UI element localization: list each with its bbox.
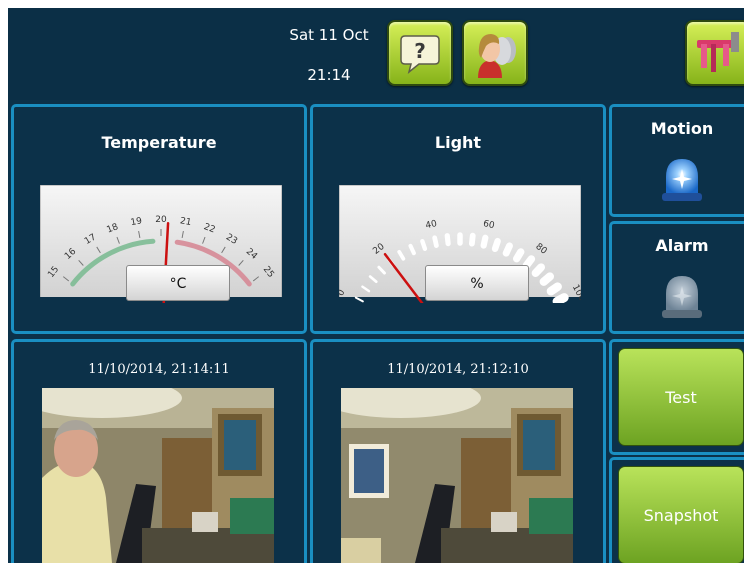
home-dashboard: Sat 11 Oct 21:14 ? Temperature 15 16 17 … — [8, 8, 744, 563]
light-scale-segment — [420, 238, 428, 251]
test-button-label: Test — [665, 388, 697, 407]
temperature-panel: Temperature 15 16 17 18 19 20 21 22 23 24 25 °C — [11, 104, 307, 334]
help-speech-bubble-icon: ? — [400, 35, 440, 74]
light-scale-segment — [539, 272, 555, 286]
temperature-tick-label: 19 — [130, 216, 143, 228]
light-gauge: 0 20 40 60 80 100 % — [339, 185, 581, 303]
light-scale-segment — [491, 237, 501, 252]
snapshot-button[interactable]: Snapshot — [618, 466, 744, 563]
siren-active-icon — [662, 159, 702, 201]
svg-text:?: ? — [414, 39, 426, 63]
light-scale-segment — [444, 233, 451, 247]
light-scale-segment — [432, 235, 439, 248]
alarm-panel: Alarm — [609, 221, 744, 334]
light-scale-segment — [531, 263, 546, 278]
temperature-gauge: 15 16 17 18 19 20 21 22 23 24 25 °C — [40, 185, 282, 303]
motion-title: Motion — [650, 119, 714, 138]
light-scale-segment — [552, 293, 569, 303]
light-scale-segment — [513, 248, 525, 263]
top-bar: Sat 11 Oct 21:14 ? — [8, 8, 744, 100]
light-scale-segment — [480, 234, 489, 249]
temperature-unit: °C — [169, 276, 187, 292]
siren-inactive-icon — [662, 276, 702, 318]
light-unit-box: % — [425, 265, 529, 301]
user-profiles-icon — [478, 34, 516, 78]
camera-panel-1: 11/10/2014, 21:14:11 — [11, 339, 307, 563]
temperature-unit-box: °C — [126, 265, 230, 301]
light-scale-segment — [468, 232, 476, 247]
camera-2-timestamp: 11/10/2014, 21:12:10 — [387, 362, 529, 377]
snapshot-panel: Snapshot — [609, 457, 744, 563]
camera-1-timestamp: 11/10/2014, 21:14:11 — [88, 362, 230, 377]
settings-button[interactable] — [685, 20, 744, 86]
motion-panel: Motion — [609, 104, 744, 217]
snapshot-button-label: Snapshot — [643, 506, 719, 525]
light-title: Light — [434, 133, 482, 152]
camera-1-snapshot[interactable] — [42, 388, 274, 563]
test-button[interactable]: Test — [618, 348, 744, 446]
light-scale-segment — [546, 282, 562, 296]
camera-panel-2: 11/10/2014, 21:12:10 — [310, 339, 606, 563]
light-panel: Light 0 20 40 60 80 100 % — [310, 104, 606, 334]
current-date: Sat 11 Oct — [289, 26, 369, 44]
alarm-title: Alarm — [655, 236, 709, 255]
temperature-title: Temperature — [101, 133, 217, 152]
light-scale-segment — [502, 242, 513, 257]
test-panel: Test — [609, 339, 744, 455]
settings-tools-icon — [697, 32, 739, 72]
current-time: 21:14 — [307, 66, 351, 84]
users-button[interactable] — [462, 20, 528, 86]
camera-2-snapshot[interactable] — [341, 388, 573, 563]
temperature-tick-label: 20 — [155, 215, 167, 225]
light-unit: % — [470, 276, 484, 292]
help-button[interactable]: ? — [387, 20, 453, 86]
temperature-tick-label: 21 — [179, 216, 192, 228]
